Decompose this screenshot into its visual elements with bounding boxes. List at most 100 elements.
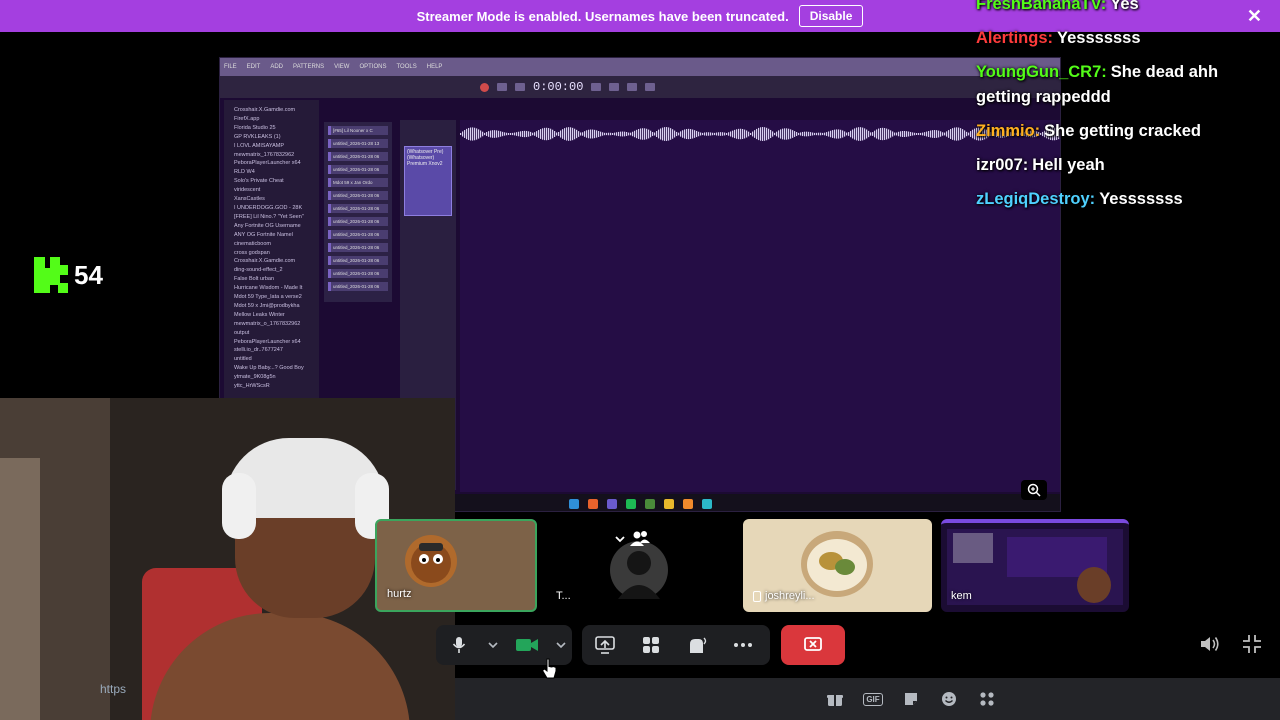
waveform-bar [830,130,832,138]
fl-browser-item: Crosshair.X.Gamdie.com [234,107,296,113]
waveform-bar [900,131,902,137]
waveform-bar [788,128,790,140]
fl-channel: untitled_2026-01-28 06 [328,152,388,161]
app-window: FILE EDIT ADD PATTERNS VIEW OPTIONS TOOLS HELP … [0,0,1280,720]
waveform-bar [878,128,880,140]
waveform-bar [716,132,718,136]
chat-username: Alertings: [976,29,1054,47]
exit-fullscreen-icon[interactable] [1242,634,1262,659]
fl-time-display: 0:00:00 [533,80,584,94]
microphone-button[interactable] [436,625,482,665]
fl-pattern-clip: (Whatsover Pre) (Whatsover) Premium Xnov… [404,146,452,216]
waveform-bar [714,132,716,136]
chat-text: Hell yeah [1032,156,1105,174]
waveform-bar [468,127,470,141]
waveform-bar [710,132,712,136]
waveform-bar [750,132,752,136]
fl-browser-item: Mdot 59 Type_lata a verse2 [234,294,302,301]
activities-button[interactable] [628,625,674,665]
soundboard-button[interactable] [674,625,720,665]
waveform-bar [670,128,672,140]
disconnect-icon [804,637,822,651]
preview-window [953,533,993,563]
chat-text: Yesssssss [1057,29,1141,47]
waveform-bar [680,131,682,137]
waveform-bar [894,132,896,136]
waveform-bar [508,132,510,136]
waveform-bar [720,132,722,136]
gif-icon[interactable]: GIF [863,690,883,708]
waveform-bar [622,131,624,137]
fl-browser-item: ding-sound-effect_2 [234,267,283,274]
waveform-bar [826,132,828,136]
waveform-bar [512,132,514,136]
disable-button[interactable]: Disable [798,5,864,27]
waveform-bar [618,131,620,137]
chevron-down-icon[interactable] [614,532,626,550]
fl-menu-item: VIEW [334,64,350,70]
waveform-bar [616,132,618,136]
emoji-icon[interactable] [940,690,958,708]
screen-share-button[interactable] [582,625,628,665]
waveform-bar [492,130,494,138]
fl-browser-item: ytmate_9K08g5n [234,374,276,381]
microphone-options-button[interactable] [482,625,504,665]
waveform-bar [676,131,678,137]
participant-tile-kem[interactable]: kem [941,519,1129,612]
participant-tile-hurtz[interactable]: hurtz [375,519,537,612]
volume-icon[interactable] [1199,634,1221,659]
waveform-bar [708,132,710,136]
fl-menu-item: HELP [426,64,443,70]
waveform-bar [842,130,844,138]
apps-icon[interactable] [978,690,996,708]
waveform-bar [758,127,760,141]
sticker-icon[interactable] [902,690,920,708]
zoom-icon[interactable] [1021,480,1047,500]
add-friend-icon[interactable] [630,530,650,551]
fl-browser-item: cross godspan [234,249,270,256]
waveform-bar [484,132,486,136]
waveform-bar [518,131,520,137]
fl-browser-item: PeboraPlayerLauncher x64 [234,338,301,345]
waveform-bar [776,131,778,137]
kem-screen-preview [947,529,1123,605]
disconnect-button[interactable] [781,625,845,665]
participant-tile-joshreyli[interactable]: joshreyli... [743,519,932,612]
gift-icon[interactable] [826,690,844,708]
message-input-bar[interactable]: GIF [455,678,1280,720]
phone-icon [753,590,761,602]
waveform-bar [966,131,968,137]
spotify-icon [625,498,636,509]
waveform-bar [774,132,776,136]
waveform-bar [590,129,592,139]
waveform-bar [916,132,918,136]
waveform-bar [836,129,838,139]
cam-link-text: https [100,682,127,696]
fl-channel: untitled_2026-01-28 06 [328,269,388,278]
waveform-bar [724,132,726,136]
waveform-bar [490,130,492,138]
windows-start-icon [568,498,579,509]
waveform-bar [790,129,792,139]
more-options-button[interactable] [720,625,766,665]
waveform-bar [930,130,932,138]
waveform-bar [734,129,736,139]
waveform-bar [874,130,876,138]
chat-message: izr007: Hell yeah [976,153,1276,178]
activities-icon [643,637,659,653]
waveform-bar [892,131,894,137]
tool-icon [609,83,620,91]
waveform-bar [684,129,686,139]
waveform-bar [624,131,626,137]
banner-text: Streamer Mode is enabled. Usernames have… [416,8,789,24]
waveform-bar [960,128,962,140]
waveform-bar [756,128,758,140]
play-icon [497,83,507,91]
audio-waveform [460,127,1060,141]
fl-browser-item: output [234,329,250,336]
fl-channel: untitled_2026-01-28 06 [328,243,388,252]
fl-menu-bar: FILE EDIT ADD PATTERNS VIEW OPTIONS TOOLS HELP [220,58,1060,76]
waveform-bar [798,132,800,136]
waveform-bar [946,131,948,137]
fl-channel: untitled_2026-01-28 06 [328,256,388,265]
